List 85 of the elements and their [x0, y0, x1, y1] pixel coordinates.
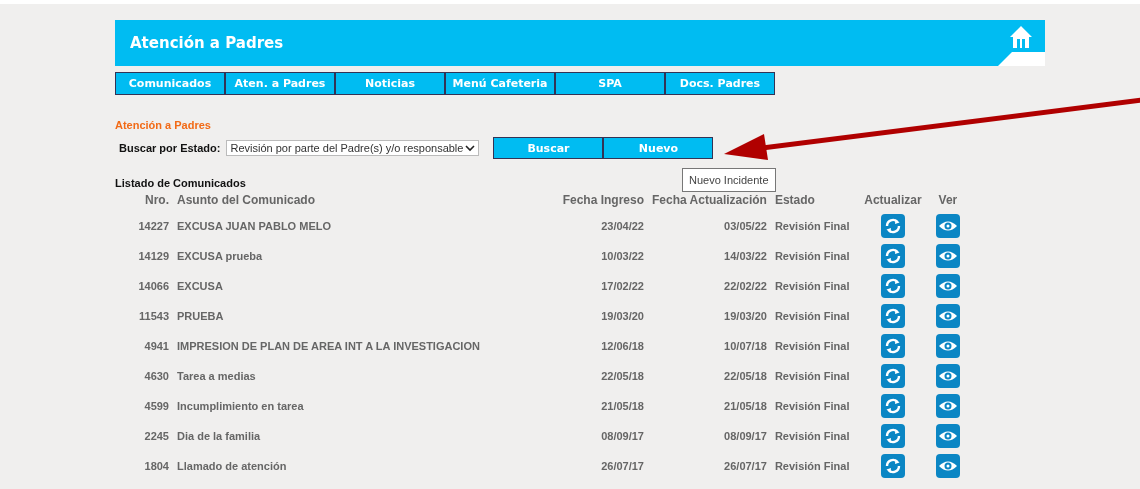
table-cell-text: 14227 [137, 219, 170, 234]
refresh-icon[interactable] [880, 364, 905, 388]
table-cell-text: 19/03/20 [723, 309, 768, 324]
eye-icon[interactable] [935, 364, 960, 388]
eye-icon[interactable] [935, 424, 960, 448]
nav-tab[interactable]: Comunicados [115, 72, 225, 95]
table-cell-text: 2245 [143, 429, 170, 444]
table-cell-text: EXCUSA JUAN PABLO MELO [176, 219, 332, 234]
nav-tab[interactable]: Menú Cafeteria [445, 72, 555, 95]
table-cell-text: 12/06/18 [600, 339, 645, 354]
status-dropdown[interactable]: Revisión por parte del Padre(s) y/o responsable [226, 140, 480, 156]
table-cell-text: Revisión Final [773, 309, 851, 324]
table-cell-text: 17/02/22 [600, 279, 645, 294]
column-header: Fecha Actualización [651, 192, 768, 209]
table-cell-text: 1804 [143, 459, 170, 474]
table-cell-text: PRUEBA [176, 309, 225, 324]
table-cell-text: Revisión Final [773, 219, 851, 234]
column-header: Actualizar [863, 192, 923, 209]
refresh-icon[interactable] [880, 244, 905, 268]
column-header: Ver [937, 192, 959, 209]
table-cell-text: 14066 [137, 279, 170, 294]
table-cell-text: IMPRESION DE PLAN DE AREA INT A LA INVESTIGACION [176, 339, 481, 354]
table-cell-text: Tarea a medias [176, 369, 257, 384]
nav-tab[interactable]: Aten. a Padres [225, 72, 335, 95]
refresh-icon[interactable] [880, 424, 905, 448]
table-cell-text: Revisión Final [773, 339, 851, 354]
column-header: Estado [773, 192, 816, 209]
refresh-icon[interactable] [880, 334, 905, 358]
eye-icon[interactable] [935, 334, 960, 358]
table-cell-text: Revisión Final [773, 249, 851, 264]
table-cell-text: 4599 [143, 399, 170, 414]
table-cell-text: 26/07/17 [600, 459, 645, 474]
table-cell-text: 26/07/17 [723, 459, 768, 474]
chevron-icon [465, 144, 476, 152]
nav-tab[interactable]: SPA [555, 72, 665, 95]
action-button[interactable]: Buscar [493, 137, 604, 159]
refresh-icon[interactable] [880, 394, 905, 418]
page-title: Atención a Padres [129, 34, 284, 52]
table-cell-text: 08/09/17 [723, 429, 768, 444]
eye-icon[interactable] [935, 454, 960, 478]
refresh-icon[interactable] [880, 214, 905, 238]
table-cell-text: 21/05/18 [600, 399, 645, 414]
table-cell-text: EXCUSA prueba [176, 249, 264, 264]
column-header: Nro. [144, 192, 170, 209]
table-cell-text: 14/03/22 [723, 249, 768, 264]
section-title: Atención a Padres [115, 119, 212, 131]
filter-label: Buscar por Estado: [119, 142, 221, 154]
column-header: Asunto del Comunicado [176, 192, 316, 209]
table-cell-text: 10/07/18 [723, 339, 768, 354]
eye-icon[interactable] [935, 304, 960, 328]
table-cell-text: EXCUSA [176, 279, 224, 294]
list-title: Listado de Comunicados [115, 177, 246, 189]
table-cell-text: 23/04/22 [600, 219, 645, 234]
refresh-icon[interactable] [880, 454, 905, 478]
eye-icon[interactable] [935, 214, 960, 238]
table-cell-text: 10/03/22 [600, 249, 645, 264]
table-cell-text: 08/09/17 [600, 429, 645, 444]
table-cell-text: 19/03/20 [600, 309, 645, 324]
table-cell-text: 4630 [143, 369, 170, 384]
nav-tab[interactable]: Docs. Padres [665, 72, 775, 95]
table-cell-text: Llamado de atención [176, 459, 288, 474]
table-cell-text: Revisión Final [773, 279, 851, 294]
table-cell-text: 14129 [137, 249, 170, 264]
table-cell-text: 21/05/18 [723, 399, 768, 414]
eye-icon[interactable] [935, 244, 960, 268]
table-cell-text: 22/05/18 [600, 369, 645, 384]
table-cell-text: 22/05/18 [723, 369, 768, 384]
table-cell-text: Revisión Final [773, 399, 851, 414]
refresh-icon[interactable] [880, 274, 905, 298]
table-cell-text: 11543 [138, 309, 170, 324]
refresh-icon[interactable] [880, 304, 905, 328]
action-button[interactable]: Nuevo [603, 137, 714, 159]
nav-tab[interactable]: Noticias [335, 72, 445, 95]
column-header: Fecha Ingreso [561, 192, 645, 209]
table-cell-text: Revisión Final [773, 459, 851, 474]
table-cell-text: 4941 [143, 339, 170, 354]
table-cell-text: Dia de la familia [176, 429, 262, 444]
table-cell-text: Incumplimiento en tarea [176, 399, 305, 414]
tooltip: Nuevo Incidente [682, 168, 776, 192]
eye-icon[interactable] [935, 394, 960, 418]
table-cell-text: 03/05/22 [723, 219, 768, 234]
table-cell-text: Revisión Final [773, 429, 851, 444]
table-cell-text: Revisión Final [773, 369, 851, 384]
table-cell-text: 22/02/22 [723, 279, 768, 294]
eye-icon[interactable] [935, 274, 960, 298]
